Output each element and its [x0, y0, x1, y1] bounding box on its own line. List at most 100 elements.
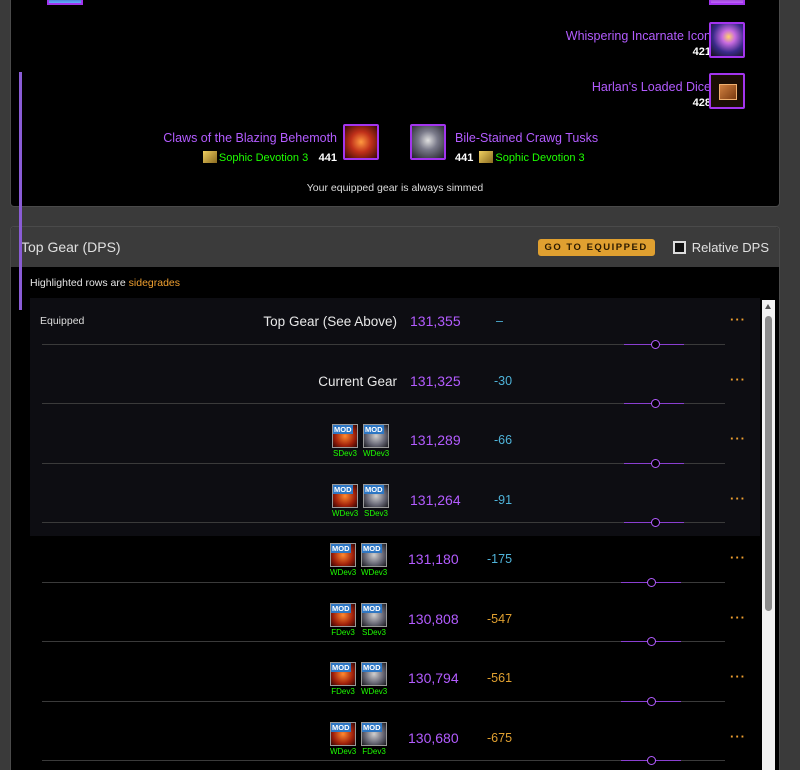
table-row[interactable]: MOD FDev3 MOD WDev3 130,794 -561 ···	[30, 655, 760, 715]
row-name: Current Gear	[318, 373, 397, 389]
more-options-icon[interactable]: ···	[730, 669, 746, 684]
tusks-icon: MOD	[361, 662, 387, 686]
tusks-icon: MOD	[363, 483, 389, 508]
row-diff: -561	[487, 671, 513, 685]
row-dot	[651, 458, 660, 468]
gear-item-harlans-loaded-dice[interactable]: Harlan's Loaded Dice 428	[592, 80, 711, 109]
scrollbar-thumb[interactable]	[765, 316, 772, 611]
sidegrades-link[interactable]: sidegrades	[129, 277, 180, 289]
mod-caption: SDev3	[332, 449, 357, 458]
row-diff: -175	[487, 552, 513, 566]
row-diff: -66	[494, 433, 513, 447]
relative-dps-label: Relative DPS	[691, 239, 769, 255]
more-options-icon[interactable]: ···	[730, 312, 746, 327]
mod-caption: WDev3	[361, 568, 388, 577]
row-axis	[42, 343, 725, 345]
row-dot	[651, 399, 660, 408]
table-row[interactable]: Current Gear 131,325 -30 ···	[30, 357, 760, 417]
claws-icon	[343, 124, 379, 160]
mod-gem-slot: MOD WDev3	[330, 721, 357, 756]
gem-label: Sophic Devotion 3	[218, 152, 309, 164]
dice-icon	[709, 73, 745, 109]
equipped-gear-panel: Whispering Incarnate Icon 421 Harlan's L…	[10, 0, 780, 207]
gear-name: Claws of the Blazing Behemoth	[163, 131, 337, 145]
row-dps: 131,264	[410, 491, 461, 508]
row-dps: 130,808	[408, 610, 459, 627]
table-row[interactable]: MOD WDev3 MOD SDev3 131,264 -91 ···	[30, 476, 760, 536]
row-axis	[42, 522, 725, 523]
row-dps: 131,355	[410, 313, 461, 329]
tusks-icon: MOD	[361, 721, 387, 746]
equipped-group-bar	[19, 72, 22, 310]
relative-dps-checkbox[interactable]	[672, 240, 686, 254]
table-row[interactable]: Equipped Top Gear (See Above) 131,355 – …	[30, 298, 760, 358]
gear-ilvl: 441	[455, 152, 474, 164]
mod-caption: WDev3	[332, 508, 359, 518]
scrollbar[interactable]	[762, 300, 775, 770]
row-dps: 131,180	[408, 551, 459, 567]
table-row[interactable]: MOD FDev3 MOD SDev3 130,808 -547 ···	[30, 596, 760, 656]
equipped-gear-note: Your equipped gear is always simmed	[306, 182, 484, 194]
mod-gem-slot: MOD FDev3	[330, 662, 356, 696]
go-to-equipped-button[interactable]: GO TO EQUIPPED	[537, 238, 655, 256]
mod-tag: MOD	[362, 722, 382, 732]
highlight-note: Highlighted rows are sidegrades	[30, 277, 180, 289]
more-options-icon[interactable]: ···	[730, 610, 746, 625]
tusks-icon: MOD	[363, 424, 389, 448]
more-options-icon[interactable]: ···	[730, 431, 746, 446]
mod-caption: FDev3	[331, 627, 355, 637]
mod-caption: WDev3	[330, 746, 357, 756]
mod-caption: WDev3	[330, 568, 357, 577]
mod-tag: MOD	[362, 544, 382, 553]
mod-gem-slot: MOD WDev3	[361, 543, 387, 577]
mod-gem-slot: MOD WDev3	[332, 483, 359, 518]
mod-tag: MOD	[364, 484, 384, 494]
mod-caption: SDev3	[361, 627, 386, 637]
row-dot	[647, 696, 656, 706]
mod-tag: MOD	[333, 425, 353, 434]
gear-item-bile-stained-crawg-tusks[interactable]: Bile-Stained Crawg Tusks 441 Sophic Devot…	[455, 131, 598, 166]
mod-caption: FDev3	[331, 687, 355, 696]
row-dot	[647, 577, 656, 587]
top-gear-title: Top Gear (DPS)	[21, 239, 121, 255]
mod-caption: WDev3	[363, 449, 390, 458]
row-diff: -547	[487, 611, 513, 626]
gear-item-whispering-incarnate-icon[interactable]: Whispering Incarnate Icon 421	[566, 29, 711, 58]
more-options-icon[interactable]: ···	[730, 372, 746, 387]
table-row[interactable]: MOD SDev3 MOD WDev3 131,289 -66 ···	[30, 417, 760, 477]
mod-gem-slot: MOD SDev3	[332, 424, 358, 458]
mod-gem-slot: MOD SDev3	[361, 602, 387, 637]
more-options-icon[interactable]: ···	[730, 550, 746, 565]
gear-ilvl: 428	[692, 97, 711, 109]
scroll-up-icon[interactable]	[765, 304, 771, 309]
row-axis	[42, 462, 725, 464]
mod-gem-slot: MOD FDev3	[330, 602, 356, 637]
more-options-icon[interactable]: ···	[730, 729, 746, 744]
mod-tag: MOD	[331, 663, 351, 672]
row-name: Top Gear (See Above)	[263, 314, 397, 329]
claws-icon: MOD	[330, 602, 356, 627]
gem-label: Sophic Devotion 3	[495, 152, 585, 164]
claws-icon: MOD	[332, 424, 358, 448]
row-diff: -30	[494, 373, 513, 388]
gem-icon	[479, 151, 494, 163]
row-diff: -675	[487, 730, 513, 745]
top-gear-header: Top Gear (DPS) GO TO EQUIPPED Relative D…	[11, 227, 779, 267]
mod-tag: MOD	[331, 544, 351, 553]
mod-gem-slot: MOD WDev3	[363, 424, 389, 458]
gem-icon	[202, 151, 217, 163]
gear-item-claws-of-the-blazing-behemoth[interactable]: Claws of the Blazing Behemoth Sophic Dev…	[163, 131, 337, 166]
highlight-note-prefix: Highlighted rows are	[30, 277, 129, 289]
top-gear-rows: Equipped Top Gear (See Above) 131,355 – …	[30, 298, 760, 770]
mod-tag: MOD	[333, 484, 353, 494]
partial-icon-left	[47, 0, 83, 5]
table-row[interactable]: MOD WDev3 MOD WDev3 131,180 -175 ···	[30, 536, 760, 596]
claws-icon: MOD	[330, 543, 356, 567]
table-row[interactable]: MOD WDev3 MOD FDev3 130,680 -675 ···	[30, 715, 760, 770]
row-dot	[647, 756, 656, 765]
gear-name: Bile-Stained Crawg Tusks	[455, 131, 599, 145]
mod-gem-slot: MOD WDev3	[361, 662, 387, 696]
mod-caption: SDev3	[363, 508, 388, 518]
more-options-icon[interactable]: ···	[730, 491, 746, 506]
mod-tag: MOD	[331, 603, 351, 613]
